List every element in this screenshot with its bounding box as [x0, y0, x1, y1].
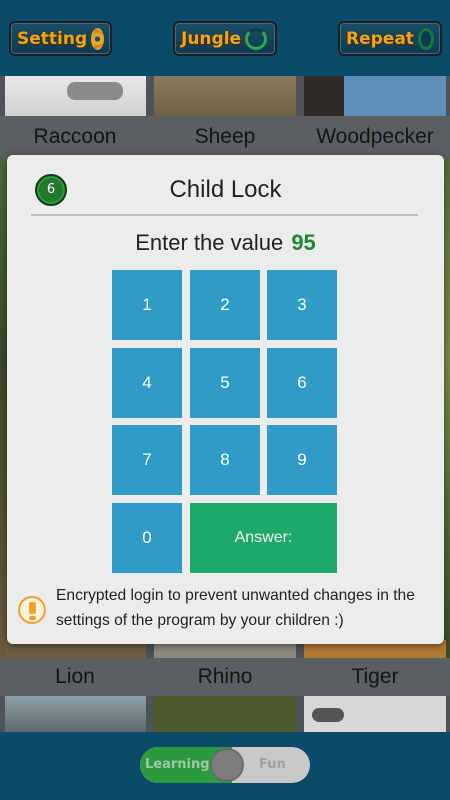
learning-label: Learning [145, 757, 210, 772]
top-bar: Setting Jungle Repeat [0, 0, 450, 76]
key-6[interactable]: 6 [267, 348, 337, 418]
answer-button[interactable]: Answer: [190, 503, 337, 573]
fun-label: Fun [259, 757, 286, 772]
key-0[interactable]: 0 [112, 503, 182, 573]
key-7[interactable]: 7 [112, 425, 182, 495]
animal-tile-image[interactable] [5, 696, 146, 732]
key-9[interactable]: 9 [267, 425, 337, 495]
refresh-icon [245, 27, 268, 50]
key-5[interactable]: 5 [190, 348, 260, 418]
info-note: Encrypted login to prevent unwanted chan… [56, 587, 415, 629]
jungle-label: Jungle [181, 28, 242, 49]
setting-button[interactable]: Setting [9, 21, 112, 56]
key-8[interactable]: 8 [190, 425, 260, 495]
raccoon-image[interactable] [5, 76, 146, 116]
raccoon-label: Raccoon [33, 125, 117, 148]
repeat-label: Repeat [346, 28, 414, 49]
setting-label: Setting [17, 28, 88, 49]
gear-icon [91, 27, 104, 50]
jungle-button[interactable]: Jungle [173, 21, 277, 56]
mode-toggle[interactable]: Learning Fun [140, 747, 310, 783]
key-3[interactable]: 3 [267, 270, 337, 340]
repeat-icon [417, 27, 434, 50]
lion-label: Lion [55, 665, 95, 688]
woodpecker-label: Woodpecker [316, 125, 434, 148]
warning-icon [18, 596, 46, 624]
key-1[interactable]: 1 [112, 270, 182, 340]
toggle-knob[interactable] [210, 748, 244, 782]
rhino-label: Rhino [197, 665, 253, 688]
woodpecker-image[interactable] [304, 76, 446, 116]
tiger-label: Tiger [351, 665, 399, 688]
animal-tile-image[interactable] [304, 696, 446, 732]
dialog-title: Child Lock [169, 176, 282, 203]
key-4[interactable]: 4 [112, 348, 182, 418]
challenge-value: 95 [291, 230, 316, 255]
key-2[interactable]: 2 [190, 270, 260, 340]
repeat-button[interactable]: Repeat [338, 21, 442, 56]
child-lock-dialog: 6 Child Lock Enter the value 95 1 2 3 4 … [7, 155, 444, 644]
sheep-label: Sheep [194, 125, 256, 148]
challenge-prompt: Enter the value 95 [7, 228, 444, 258]
prompt-text: Enter the value [135, 230, 284, 255]
divider [31, 214, 418, 216]
sheep-image[interactable] [154, 76, 296, 116]
bottom-bar: Learning Fun [0, 732, 450, 800]
animal-tile-image[interactable] [154, 696, 296, 732]
